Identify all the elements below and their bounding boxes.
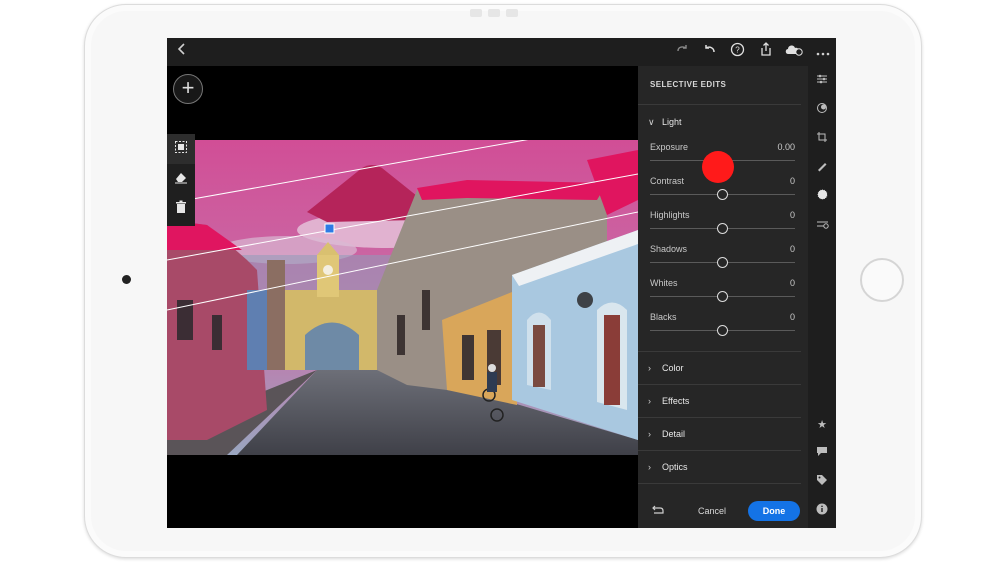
slider-thumb[interactable] bbox=[716, 189, 728, 200]
section-label: Color bbox=[662, 363, 684, 373]
selective-edits-panel: SELECTIVE EDITS ∨ Light Exposure 0.00 Con… bbox=[638, 66, 808, 528]
done-button[interactable]: Done bbox=[748, 501, 800, 521]
section-light[interactable]: ∨ Light bbox=[648, 117, 682, 128]
help-icon[interactable]: ? bbox=[728, 42, 746, 62]
more-icon[interactable] bbox=[815, 42, 831, 62]
slider-value: 0 bbox=[789, 278, 795, 288]
section-light-label: Light bbox=[662, 117, 682, 127]
divider bbox=[638, 417, 801, 418]
slider-value: 0 bbox=[789, 176, 795, 186]
star-icon[interactable]: ★ bbox=[808, 415, 836, 435]
section-color[interactable]: › Color bbox=[648, 363, 684, 373]
slider-thumb[interactable] bbox=[716, 257, 728, 268]
section-label: Effects bbox=[662, 396, 690, 406]
section-effects[interactable]: › Effects bbox=[648, 396, 689, 406]
section-optics[interactable]: › Optics bbox=[648, 462, 688, 472]
add-selection-button[interactable]: + bbox=[173, 74, 203, 104]
section-label: Optics bbox=[662, 462, 688, 472]
edit-sliders-icon[interactable] bbox=[808, 72, 836, 92]
cloud-sync-icon[interactable] bbox=[783, 42, 805, 62]
back-chevron-icon[interactable] bbox=[175, 42, 189, 62]
panel-footer: Cancel Done bbox=[638, 498, 808, 528]
tag-icon[interactable] bbox=[808, 473, 836, 493]
section-label: Detail bbox=[662, 429, 686, 439]
section-detail[interactable]: › Detail bbox=[648, 429, 685, 439]
slider-thumb[interactable] bbox=[716, 223, 728, 234]
slider-label: Whites bbox=[650, 278, 678, 288]
undo-icon[interactable] bbox=[701, 42, 719, 62]
chevron-down-icon: ∨ bbox=[648, 117, 655, 127]
chevron-right-icon: › bbox=[648, 363, 651, 373]
slider-shadows[interactable]: Shadows 0 bbox=[650, 244, 795, 278]
top-bar: ? bbox=[167, 38, 836, 66]
chevron-right-icon: › bbox=[648, 396, 651, 406]
chevron-right-icon: › bbox=[648, 462, 651, 472]
slider-label: Blacks bbox=[650, 312, 677, 322]
selective-icon[interactable] bbox=[808, 188, 836, 208]
slider-thumb[interactable] bbox=[716, 291, 728, 302]
comment-icon[interactable] bbox=[808, 444, 836, 464]
chevron-right-icon: › bbox=[648, 429, 651, 439]
slider-label: Shadows bbox=[650, 244, 688, 254]
presets-icon[interactable] bbox=[808, 101, 836, 121]
slider-whites[interactable]: Whites 0 bbox=[650, 278, 795, 312]
brush-tool-rail bbox=[167, 134, 195, 226]
slider-contrast[interactable]: Contrast 0 bbox=[650, 176, 795, 210]
divider bbox=[638, 450, 801, 451]
top-sensor bbox=[470, 4, 550, 18]
cancel-button[interactable]: Cancel bbox=[698, 506, 726, 516]
eraser-icon[interactable] bbox=[167, 164, 195, 194]
slider-value: 0 bbox=[789, 312, 795, 322]
slider-label: Exposure bbox=[650, 142, 689, 152]
redo-icon[interactable] bbox=[673, 42, 691, 62]
slider-highlights[interactable]: Highlights 0 bbox=[650, 210, 795, 244]
masking-icon[interactable] bbox=[808, 217, 836, 237]
slider-thumb[interactable] bbox=[716, 325, 728, 336]
app-screen: ? + SELECTIVE EDITS ∨ Light Exposure 0.0… bbox=[167, 38, 836, 528]
slider-value: 0 bbox=[789, 244, 795, 254]
healing-icon[interactable] bbox=[808, 159, 836, 179]
photo-canvas[interactable] bbox=[167, 140, 638, 455]
slider-label: Contrast bbox=[650, 176, 685, 186]
svg-text:?: ? bbox=[735, 46, 740, 55]
divider bbox=[638, 351, 801, 352]
info-icon[interactable] bbox=[808, 502, 836, 522]
right-tool-rail: ★ bbox=[808, 66, 836, 528]
trash-icon[interactable] bbox=[167, 194, 195, 224]
slider-blacks[interactable]: Blacks 0 bbox=[650, 312, 795, 346]
slider-label: Highlights bbox=[650, 210, 690, 220]
divider bbox=[638, 104, 801, 105]
select-brush-icon[interactable] bbox=[167, 134, 195, 164]
slider-value: 0 bbox=[789, 210, 795, 220]
panel-title: SELECTIVE EDITS bbox=[650, 80, 727, 89]
reset-icon[interactable] bbox=[652, 504, 664, 517]
home-button[interactable] bbox=[860, 258, 904, 302]
slider-value: 0.00 bbox=[777, 142, 795, 152]
front-camera bbox=[122, 275, 131, 284]
divider bbox=[638, 384, 801, 385]
divider bbox=[638, 483, 801, 484]
share-icon[interactable] bbox=[757, 42, 775, 62]
crop-icon[interactable] bbox=[808, 130, 836, 150]
